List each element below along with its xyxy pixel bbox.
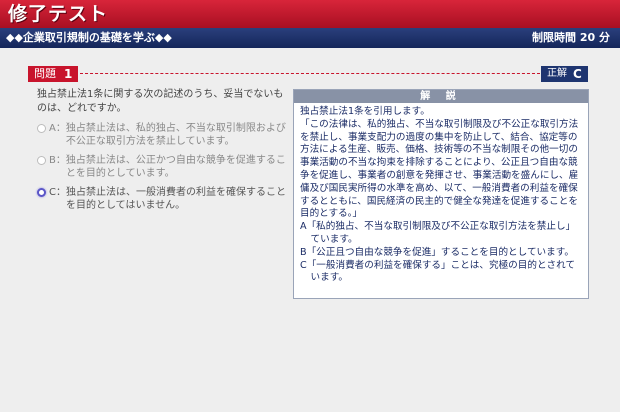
explanation-header: 解 説 (294, 90, 588, 103)
correct-answer-tag: 正解 C (541, 66, 588, 82)
explanation-line: B「公正且つ自由な競争を促進」することを目的としています。 (300, 246, 574, 258)
choice-label: 独占禁止法は、一般消費者の利益を確保することを目的としてはいません。 (65, 187, 286, 211)
explanation-line: 「この法律は、私的独占、不当な取引制限及び不公正な取引方法を禁止し、事業支配力の… (300, 118, 579, 220)
question-number-tag: 問題 1 (28, 66, 79, 82)
course-title: ◆◆企業取引規制の基礎を学ぶ◆◆ (6, 31, 172, 44)
explanation-line: C「一般消費者の利益を確保する」ことは、究極の目的とされています。 (300, 259, 576, 284)
radio-choice-a[interactable] (37, 124, 46, 133)
divider-line (80, 73, 540, 74)
app-title: 修了テスト (8, 3, 109, 25)
choice-letter: A： (49, 123, 66, 134)
time-limit: 制限時間 20 分 (532, 31, 610, 44)
explanation-panel: 解 説 独占禁止法1条を引用します。 「この法律は、私的独占、不当な取引制限及び… (293, 89, 589, 299)
choice-letter: C： (49, 187, 66, 198)
choice-letter: B： (49, 155, 66, 166)
question-text: 独占禁止法1条に関する次の記述のうち、妥当でないものは、どれですか。 (37, 89, 284, 114)
choice-a[interactable]: A： 独占禁止法は、私的独占、不当な取引制限および不公正な取引方法を禁止していま… (37, 122, 289, 148)
correct-answer-value: C (573, 67, 582, 81)
explanation-line: A「私的独占、不当な取引制限及び不公正な取引方法を禁止し」ています。 (300, 221, 576, 245)
correct-answer-label: 正解 (547, 68, 567, 79)
question-number: 1 (64, 67, 73, 81)
choice-label: 独占禁止法は、私的独占、不当な取引制限および不公正な取引方法を禁止しています。 (65, 123, 286, 147)
radio-choice-c-selected[interactable] (37, 188, 46, 197)
question-label: 問題 (34, 67, 56, 80)
choice-b[interactable]: B： 独占禁止法は、公正かつ自由な競争を促進することを目的としています。 (37, 154, 289, 180)
title-bar: 修了テスト (0, 0, 620, 28)
choice-c[interactable]: C： 独占禁止法は、一般消費者の利益を確保することを目的としてはいません。 (37, 186, 289, 212)
choice-label: 独占禁止法は、公正かつ自由な競争を促進することを目的としています。 (65, 155, 286, 179)
explanation-body: 独占禁止法1条を引用します。 「この法律は、私的独占、不当な取引制限及び不公正な… (294, 103, 588, 285)
explanation-line: 独占禁止法1条を引用します。 (300, 106, 430, 117)
radio-choice-b[interactable] (37, 156, 46, 165)
course-bar: ◆◆企業取引規制の基礎を学ぶ◆◆ 制限時間 20 分 (0, 28, 620, 48)
